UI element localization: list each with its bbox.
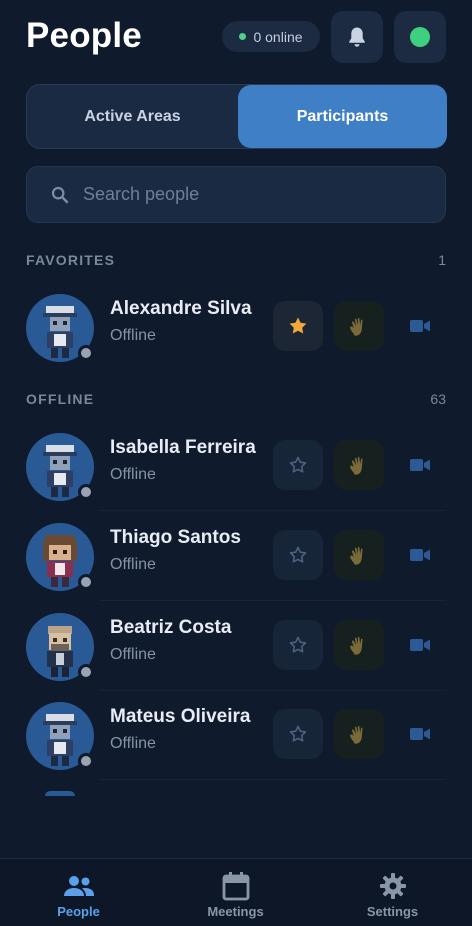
bottom-navigation: People Meetings Settings [0,858,472,926]
page-title: People [26,16,142,55]
tab-participants[interactable]: Participants [238,85,447,148]
video-call-button[interactable] [395,530,445,580]
person-row[interactable]: Alexandre Silva Offline [0,284,472,372]
video-call-button[interactable] [395,440,445,490]
calendar-icon [222,871,250,901]
offline-presence-icon [78,574,94,590]
online-dot-icon [239,33,247,40]
favorites-section-header: FAVORITES 1 [26,252,446,270]
notifications-button[interactable] [331,11,383,63]
person-row[interactable]: Isabella Ferreira Offline [0,423,472,511]
offline-presence-icon [78,664,94,680]
people-screen: People 0 online Active Areas Participant… [0,0,472,926]
wave-hand-icon [350,317,363,336]
row-divider [100,510,446,511]
online-count-badge[interactable]: 0 online [222,21,320,52]
star-outline-icon [289,546,307,563]
offline-section-title: OFFLINE [26,391,95,407]
person-name: Beatriz Costa [110,617,232,638]
person-row[interactable]: Thiago Santos Offline [0,513,472,601]
row-divider [100,779,446,780]
nav-people-label: People [57,904,100,919]
avatar[interactable] [26,702,96,772]
wave-hand-icon [350,456,363,475]
video-call-button[interactable] [395,620,445,670]
nav-settings-label: Settings [366,904,419,919]
wave-hand-icon [350,725,363,744]
video-camera-icon [410,549,430,561]
person-row[interactable]: Mateus Oliveira Offline [0,692,472,780]
favorite-button[interactable] [273,301,323,351]
favorites-count: 1 [438,252,446,268]
nav-meetings[interactable]: Meetings [157,859,314,926]
favorite-button[interactable] [273,530,323,580]
wave-button[interactable] [334,709,384,759]
video-camera-icon [410,459,430,471]
video-camera-icon [410,728,430,740]
header: People 0 online [0,0,472,76]
wave-button[interactable] [334,301,384,351]
wave-hand-icon [350,546,363,565]
offline-count: 63 [430,391,446,407]
favorite-button[interactable] [273,620,323,670]
person-status: Offline [110,735,156,752]
person-row[interactable]: Beatriz Costa Offline [0,603,472,691]
wave-button[interactable] [334,620,384,670]
people-tabs: Active Areas Participants [26,84,447,149]
avatar[interactable] [26,294,96,364]
offline-presence-icon [78,484,94,500]
gear-icon [379,871,407,901]
video-camera-icon [410,639,430,651]
video-camera-icon [410,320,430,332]
star-outline-icon [289,636,307,653]
star-outline-icon [289,456,307,473]
offline-presence-icon [78,345,94,361]
video-call-button[interactable] [395,301,445,351]
status-online-dot-icon [410,27,430,47]
person-status: Offline [110,327,156,344]
search-bar[interactable] [26,166,446,223]
nav-meetings-label: Meetings [207,904,264,919]
search-input[interactable] [83,184,403,205]
favorite-button[interactable] [273,709,323,759]
avatar[interactable] [26,613,96,683]
star-outline-icon [289,725,307,742]
nav-settings[interactable]: Settings [314,859,471,926]
row-divider [100,690,446,691]
offline-section-header: OFFLINE 63 [26,391,446,409]
person-name: Alexandre Silva [110,298,252,319]
offline-presence-icon [78,753,94,769]
people-icon [63,871,95,901]
favorites-section-title: FAVORITES [26,252,116,268]
search-icon [51,185,71,205]
wave-button[interactable] [334,440,384,490]
person-name: Isabella Ferreira [110,437,256,458]
nav-people[interactable]: People [0,859,157,926]
wave-hand-icon [350,636,363,655]
online-count-label: 0 online [253,28,303,45]
bell-icon [349,27,365,47]
avatar[interactable] [26,433,96,503]
person-status: Offline [110,646,156,663]
my-status-button[interactable] [394,11,446,63]
person-status: Offline [110,466,156,483]
tab-active-areas[interactable]: Active Areas [27,85,238,148]
person-name: Thiago Santos [110,527,241,548]
wave-button[interactable] [334,530,384,580]
star-filled-icon [289,317,307,334]
person-name: Mateus Oliveira [110,706,251,727]
person-status: Offline [110,556,156,573]
row-divider [100,600,446,601]
video-call-button[interactable] [395,709,445,759]
avatar [45,791,75,796]
avatar[interactable] [26,523,96,593]
favorite-button[interactable] [273,440,323,490]
